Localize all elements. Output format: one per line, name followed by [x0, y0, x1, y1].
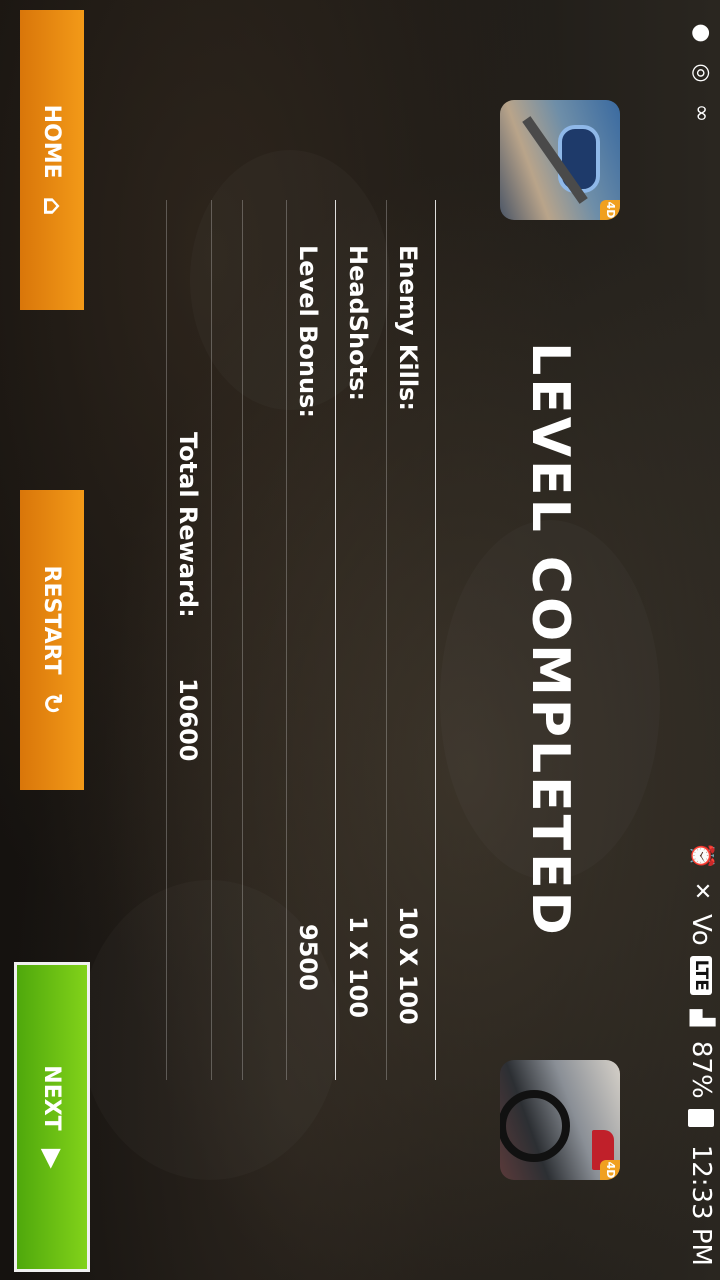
carrier-prefix: Vo — [686, 913, 716, 946]
next-button[interactable]: NEXT ▶ — [14, 962, 90, 1272]
status-bar: ● ◎ ∞ ⏰ ✕ Vo LTE ▟ 87% 12:33 PM — [674, 0, 720, 1280]
total-reward-value: 10600 — [174, 678, 202, 762]
level-bonus-label: Level Bonus: — [294, 245, 322, 418]
divider — [286, 200, 287, 1080]
clock: 12:33 PM — [686, 1144, 716, 1266]
total-reward-label: Total Reward: — [174, 432, 202, 618]
status-right: ⏰ ✕ Vo LTE ▟ 87% 12:33 PM — [686, 842, 716, 1266]
next-arrow-icon: ▶ — [37, 1148, 67, 1169]
notification-icon: ● — [689, 23, 714, 43]
divider — [242, 200, 243, 1080]
signal-icon: ▟ — [689, 1009, 714, 1027]
headshots-value: 1 X 100 — [344, 916, 372, 1019]
game-screen: ● ◎ ∞ ⏰ ✕ Vo LTE ▟ 87% 12:33 PM 4D 4D LE… — [0, 0, 720, 1280]
sync-icon: ◎ — [689, 63, 714, 83]
divider — [211, 200, 212, 1080]
restart-label: RESTART — [39, 565, 65, 675]
battery-percent: 87% — [686, 1040, 716, 1099]
enemy-kills-label: Enemy Kills: — [394, 245, 422, 411]
ad-badge: 4D — [600, 200, 620, 220]
divider — [386, 200, 387, 1080]
page-title: LEVEL COMPLETED — [520, 342, 580, 938]
divider — [435, 200, 436, 1080]
divider — [166, 200, 167, 1080]
divider — [335, 200, 336, 1080]
level-bonus-value: 9500 — [294, 924, 322, 991]
headshots-label: HeadShots: — [344, 245, 372, 401]
home-icon: ⌂ — [37, 196, 67, 216]
battery-icon — [688, 1108, 714, 1127]
mute-icon: ✕ — [689, 881, 714, 901]
ad-badge: 4D — [600, 1160, 620, 1180]
home-label: HOME — [39, 104, 65, 179]
next-label: NEXT — [39, 1065, 65, 1131]
home-button[interactable]: HOME ⌂ — [20, 10, 84, 310]
status-left: ● ◎ ∞ — [688, 20, 714, 126]
alarm-icon: ⏰ — [689, 841, 714, 870]
voicemail-icon: ∞ — [689, 103, 714, 123]
restart-icon: ↻ — [37, 692, 67, 715]
enemy-kills-value: 10 X 100 — [394, 906, 422, 1025]
restart-button[interactable]: RESTART ↻ — [20, 490, 84, 790]
lte-badge: LTE — [690, 955, 712, 995]
